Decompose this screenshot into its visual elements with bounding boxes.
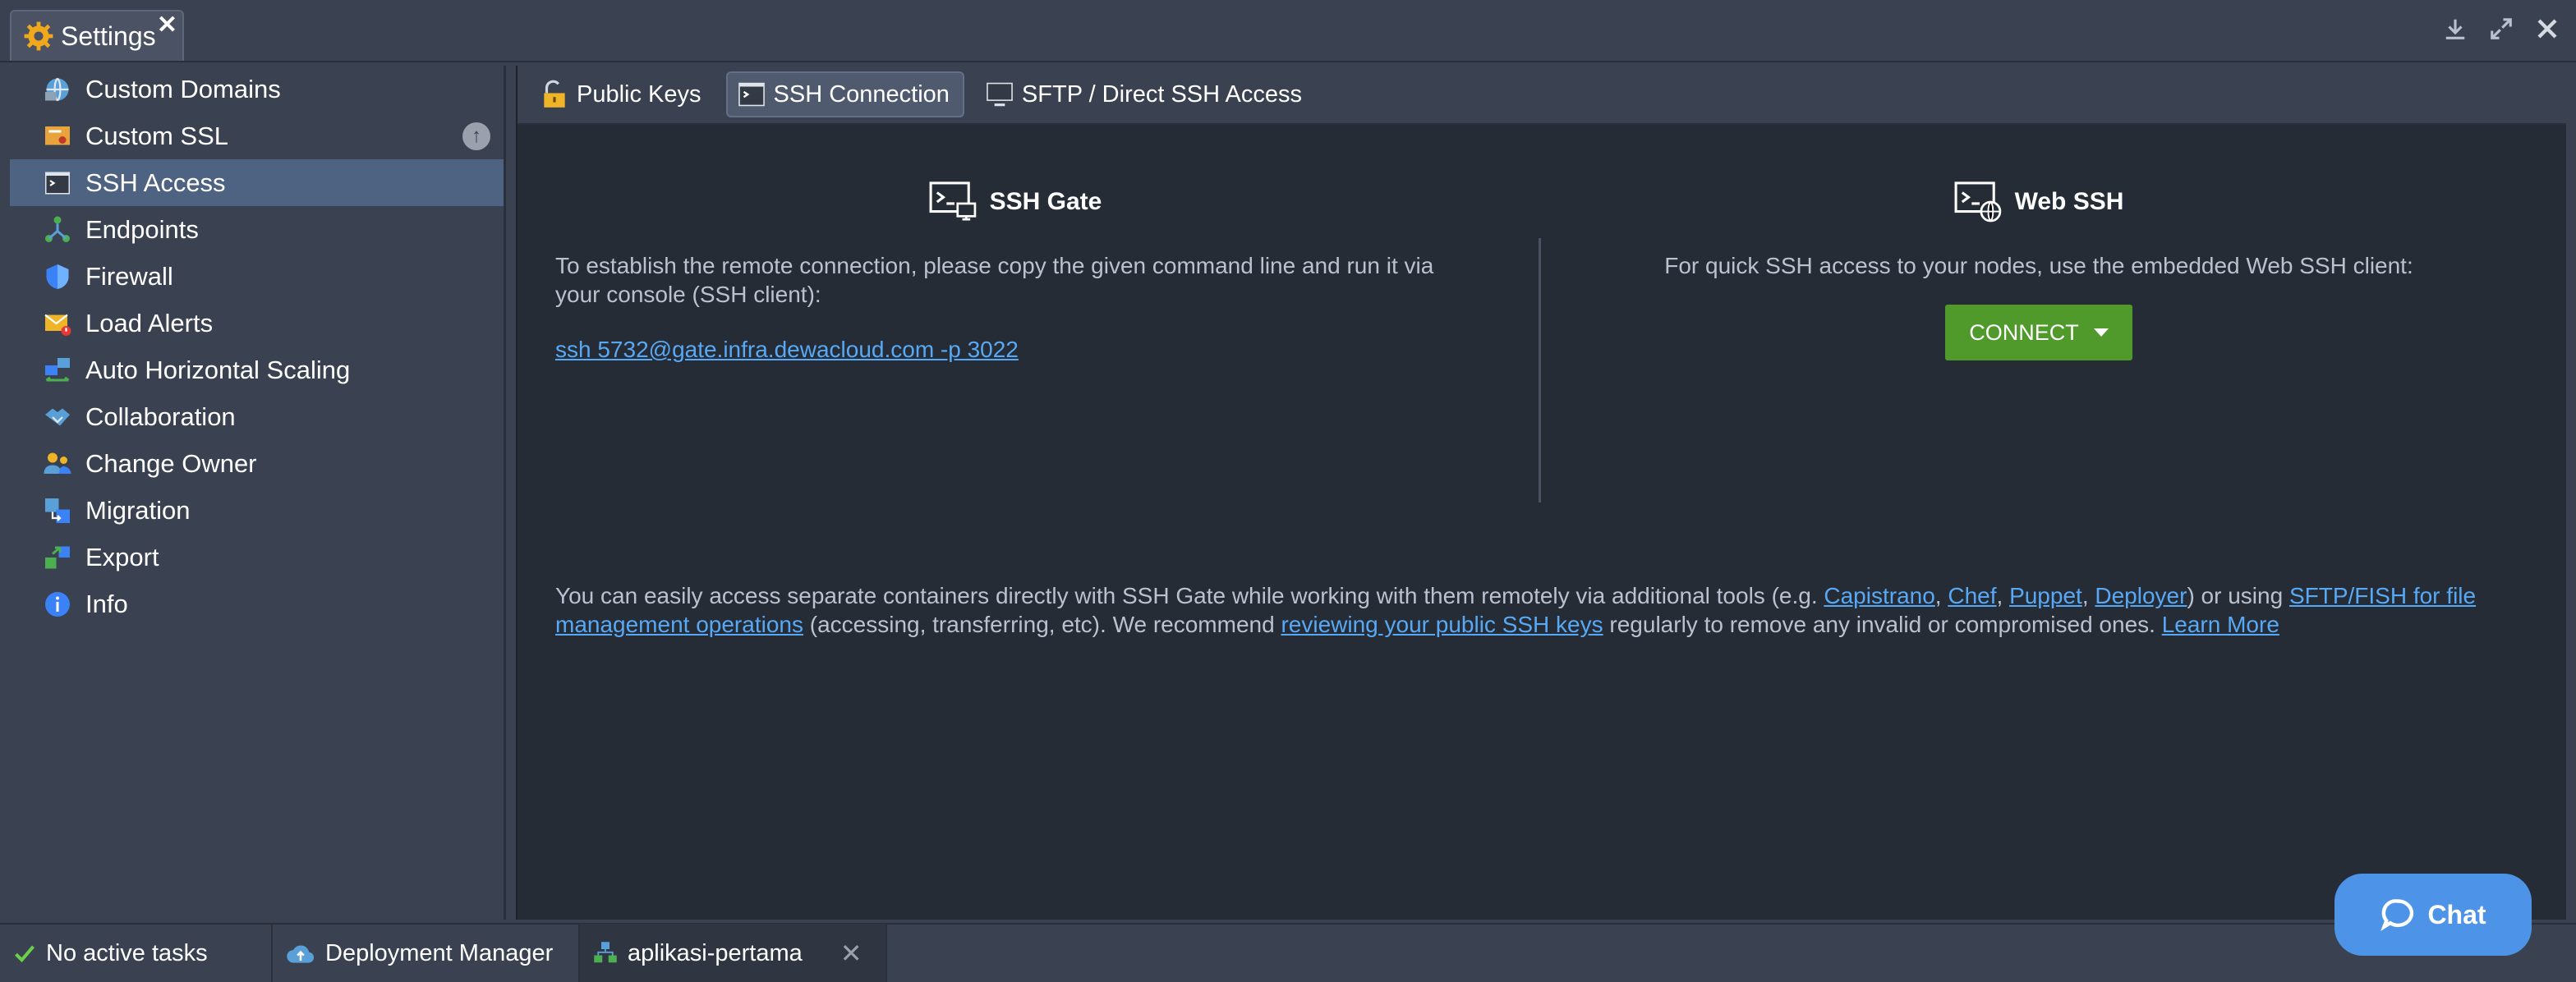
sidebar-item-ssh-access[interactable]: SSH Access: [10, 159, 504, 206]
web-ssh-description: For quick SSH access to your nodes, use …: [1664, 253, 2413, 278]
lock-icon: [544, 80, 565, 108]
sidebar-item-info[interactable]: Info: [10, 580, 504, 627]
ssh-gate-title: SSH Gate: [555, 177, 1475, 227]
globe-icon: [41, 73, 74, 106]
alert-mail-icon: [41, 307, 74, 340]
ssh-access-panel: Public Keys SSH Connection SFTP / Direct…: [516, 66, 2566, 920]
sidebar-item-load-alerts[interactable]: Load Alerts: [10, 300, 504, 346]
ssh-gate-section: SSH Gate To establish the remote connect…: [555, 177, 1475, 363]
checkmark-icon: [15, 945, 35, 963]
migration-icon: [41, 494, 74, 527]
chat-button[interactable]: Chat: [2334, 874, 2532, 956]
ssh-gate-description: To establish the remote connection, plea…: [555, 253, 1434, 307]
environment-icon: [594, 942, 617, 963]
connect-button[interactable]: CONNECT: [1945, 305, 2132, 360]
window-title: Settings: [61, 21, 156, 51]
chat-bubble-icon: [2380, 899, 2414, 931]
deployment-manager-button[interactable]: Deployment Manager: [273, 924, 580, 982]
handshake-icon: [41, 401, 74, 434]
tab-ssh-connection[interactable]: SSH Connection: [725, 71, 964, 117]
sidebar-item-custom-ssl[interactable]: Custom SSL ↑: [10, 112, 504, 159]
review-ssh-keys-link[interactable]: reviewing your public SSH keys: [1281, 612, 1603, 637]
tasks-status[interactable]: No active tasks: [0, 924, 273, 982]
column-divider: [1539, 238, 1541, 502]
close-tab-icon[interactable]: ✕: [157, 13, 177, 38]
ssh-info-note: You can easily access separate container…: [555, 583, 2477, 637]
capistrano-link[interactable]: Capistrano: [1824, 583, 1934, 608]
download-icon[interactable]: [2443, 16, 2468, 41]
maximize-icon[interactable]: [2489, 16, 2514, 41]
export-icon: [41, 541, 74, 574]
tab-sftp-direct-ssh[interactable]: SFTP / Direct SSH Access: [976, 71, 1315, 117]
certificate-icon: [41, 120, 74, 153]
learn-more-link[interactable]: Learn More: [2162, 612, 2279, 637]
settings-window-tab[interactable]: Settings ✕: [10, 10, 184, 61]
web-ssh-section: Web SSH For quick SSH access to your nod…: [1543, 177, 2535, 360]
scaling-icon: [41, 354, 74, 387]
environment-tab[interactable]: aplikasi-pertama ✕: [580, 924, 887, 982]
terminal-icon: [738, 82, 765, 107]
ssh-command-link[interactable]: ssh 5732@gate.infra.dewacloud.com -p 302…: [555, 337, 1019, 362]
sidebar-item-firewall[interactable]: Firewall: [10, 253, 504, 300]
monitor-icon: [987, 82, 1013, 107]
upload-icon[interactable]: ↑: [462, 122, 490, 150]
sidebar-item-migration[interactable]: Migration: [10, 487, 504, 534]
puppet-link[interactable]: Puppet: [2009, 583, 2082, 608]
tab-public-keys[interactable]: Public Keys: [531, 71, 715, 117]
users-icon: [41, 447, 74, 480]
sidebar-item-custom-domains[interactable]: Custom Domains: [10, 66, 504, 112]
window-controls: [2443, 16, 2560, 41]
web-ssh-icon: [1954, 181, 2001, 223]
web-ssh-title: Web SSH: [1543, 177, 2535, 227]
info-icon: [41, 588, 74, 621]
settings-sidebar: Custom Domains Custom SSL ↑ SSH Access E…: [10, 66, 506, 920]
deployer-link[interactable]: Deployer: [2095, 583, 2187, 608]
terminal-icon: [41, 167, 74, 200]
sidebar-item-change-owner[interactable]: Change Owner: [10, 440, 504, 487]
sidebar-item-collaboration[interactable]: Collaboration: [10, 393, 504, 440]
chevron-down-icon[interactable]: [2093, 328, 2109, 337]
gear-icon: [24, 21, 53, 51]
close-environment-icon[interactable]: ✕: [840, 938, 862, 969]
sidebar-item-export[interactable]: Export: [10, 534, 504, 580]
status-bar: No active tasks Deployment Manager aplik…: [0, 923, 2576, 982]
tab-strip: Public Keys SSH Connection SFTP / Direct…: [518, 66, 2566, 125]
sidebar-item-endpoints[interactable]: Endpoints: [10, 206, 504, 253]
endpoints-icon: [41, 213, 74, 246]
cloud-upload-icon: [287, 945, 315, 963]
sidebar-item-auto-horizontal-scaling[interactable]: Auto Horizontal Scaling: [10, 346, 504, 393]
window-titlebar: Settings ✕: [0, 0, 2576, 62]
chef-link[interactable]: Chef: [1948, 583, 1996, 608]
close-window-icon[interactable]: [2535, 16, 2560, 41]
shield-icon: [41, 260, 74, 293]
ssh-gate-icon: [929, 181, 976, 221]
